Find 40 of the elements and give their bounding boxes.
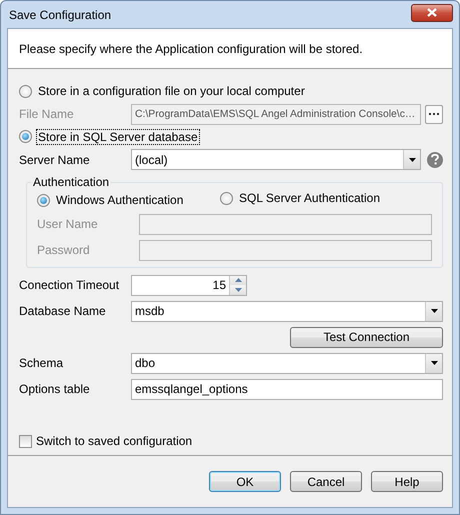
dialog-button[interactable]: Cancel: [290, 471, 362, 492]
caret-icon: [430, 361, 438, 365]
caret-icon: [430, 309, 438, 313]
spin-down-button[interactable]: [230, 285, 246, 294]
radio-button[interactable]: SQL Server Authentication: [220, 190, 382, 206]
dropdown-button[interactable]: [403, 150, 420, 169]
checkbox[interactable]: Switch to saved configuration: [19, 434, 192, 448]
field-label: Options table: [19, 382, 91, 396]
field-label: Conection Timeout: [19, 278, 120, 292]
spin-up-button[interactable]: [230, 276, 246, 285]
field-label: Schema: [19, 356, 64, 370]
instruction-text: Please specify where the Application configuration will be stored.: [19, 42, 363, 56]
options-table-field[interactable]: emssqlangel_options: [131, 378, 443, 400]
help-icon[interactable]: [427, 152, 443, 168]
field-label: File Name: [19, 107, 75, 121]
dropdown-button[interactable]: [425, 354, 442, 372]
test-connection-button[interactable]: Test Connection: [290, 326, 443, 348]
schema-combo[interactable]: dbo: [131, 352, 443, 374]
down-arrow-icon: [234, 288, 242, 292]
timeout-spinner[interactable]: 15: [131, 274, 247, 296]
field-label: User Name: [37, 217, 99, 231]
dialog-button[interactable]: OK: [209, 471, 281, 492]
radio-button[interactable]: Store in a configuration file on your local computer: [19, 83, 307, 99]
group-title: Authentication: [32, 175, 110, 189]
dialog-button[interactable]: Help: [371, 471, 443, 492]
close-icon: [427, 8, 437, 17]
password-field[interactable]: [139, 240, 432, 260]
username-field[interactable]: [139, 214, 432, 234]
dropdown-button[interactable]: [425, 302, 442, 320]
radio-button[interactable]: Windows Authentication: [37, 192, 186, 208]
close-button[interactable]: [411, 4, 453, 22]
window-title: Save Configuration: [8, 8, 112, 22]
browse-button[interactable]: [425, 104, 443, 124]
field-label: Server Name: [19, 152, 91, 166]
field-label: Database Name: [19, 304, 107, 318]
field-label: Password: [37, 243, 91, 257]
caret-icon: [408, 158, 416, 162]
up-arrow-icon: [234, 278, 242, 282]
database-combo[interactable]: msdb: [131, 300, 443, 322]
server-name-combo[interactable]: (local): [131, 149, 421, 170]
